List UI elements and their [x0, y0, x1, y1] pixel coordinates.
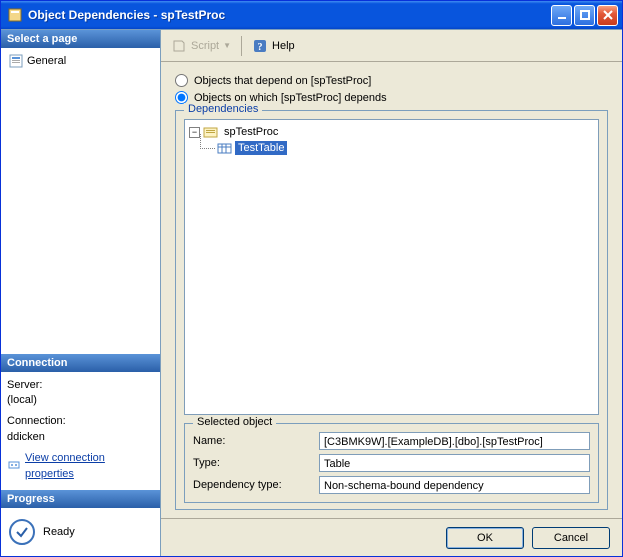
- dependency-tree[interactable]: − spTestProc TestTable: [184, 119, 599, 415]
- titlebar[interactable]: Object Dependencies - spTestProc: [1, 1, 622, 29]
- script-label: Script: [191, 40, 219, 52]
- type-label: Type:: [193, 457, 313, 469]
- script-button[interactable]: Script ▼: [171, 38, 231, 54]
- selected-object-legend: Selected object: [193, 416, 276, 428]
- dependencies-legend: Dependencies: [184, 103, 262, 115]
- help-button[interactable]: ? Help: [252, 38, 295, 54]
- minimize-button[interactable]: [551, 5, 572, 26]
- view-connection-properties-link[interactable]: View connection properties: [7, 451, 154, 482]
- progress-header: Progress: [1, 490, 160, 508]
- help-icon: ?: [252, 38, 268, 54]
- connection-header: Connection: [1, 354, 160, 372]
- cancel-button[interactable]: Cancel: [532, 527, 610, 549]
- page-general-label: General: [27, 55, 66, 67]
- connection-value: ddicken: [7, 430, 154, 445]
- tree-root-label: spTestProc: [221, 125, 281, 139]
- deptype-value[interactable]: Non-schema-bound dependency: [319, 476, 590, 494]
- server-label: Server:: [7, 378, 154, 393]
- content-area: Objects that depend on [spTestProc] Obje…: [161, 62, 622, 518]
- selected-object-box: Selected object Name: [C3BMK9W].[Example…: [184, 423, 599, 503]
- radio-depends-label: Objects on which [spTestProc] depends: [194, 92, 387, 104]
- maximize-button[interactable]: [574, 5, 595, 26]
- ok-button[interactable]: OK: [446, 527, 524, 549]
- view-connection-properties-label[interactable]: View connection properties: [25, 451, 154, 482]
- help-label: Help: [272, 40, 295, 52]
- page-general[interactable]: General: [5, 52, 156, 70]
- radio-depend-on-label: Objects that depend on [spTestProc]: [194, 75, 371, 87]
- dialog-body: Select a page General Connection Server:…: [1, 29, 622, 556]
- script-icon: [171, 38, 187, 54]
- toolbar: Script ▼ ? Help: [161, 30, 622, 62]
- name-label: Name:: [193, 435, 313, 447]
- select-page-header: Select a page: [1, 30, 160, 48]
- dropdown-arrow-icon: ▼: [223, 41, 231, 50]
- dialog-window: Object Dependencies - spTestProc Select …: [0, 0, 623, 557]
- tree-child-label: TestTable: [235, 141, 287, 155]
- window-title: Object Dependencies - spTestProc: [28, 8, 551, 22]
- tree-root-node[interactable]: − spTestProc: [189, 124, 594, 140]
- connection-box: Server: (local) Connection: ddicken View…: [1, 372, 160, 490]
- connection-label: Connection:: [7, 414, 154, 429]
- svg-text:?: ?: [258, 42, 263, 53]
- progress-box: Ready: [1, 508, 160, 556]
- page-list: General: [1, 48, 160, 74]
- server-value: (local): [7, 393, 154, 408]
- dialog-footer: OK Cancel: [161, 518, 622, 556]
- connection-icon: [7, 457, 21, 476]
- left-pane: Select a page General Connection Server:…: [1, 30, 161, 556]
- table-icon: [217, 142, 232, 155]
- toolbar-separator: [241, 36, 242, 56]
- right-pane: Script ▼ ? Help Objects that depend on […: [161, 30, 622, 556]
- dependency-direction-group: Objects that depend on [spTestProc] Obje…: [175, 74, 608, 104]
- progress-check-icon: [9, 519, 35, 545]
- close-button[interactable]: [597, 5, 618, 26]
- type-value[interactable]: Table: [319, 454, 590, 472]
- name-value[interactable]: [C3BMK9W].[ExampleDB].[dbo].[spTestProc]: [319, 432, 590, 450]
- window-buttons: [551, 5, 618, 26]
- page-icon: [9, 54, 23, 68]
- left-spacer: [1, 74, 160, 354]
- tree-collapse-icon[interactable]: −: [189, 127, 200, 138]
- deptype-label: Dependency type:: [193, 479, 313, 491]
- radio-depend-on[interactable]: Objects that depend on [spTestProc]: [175, 74, 608, 87]
- field-type: Type: Table: [193, 454, 590, 472]
- radio-depend-on-input[interactable]: [175, 74, 188, 87]
- dependencies-groupbox: Dependencies − spTestProc: [175, 110, 608, 510]
- field-deptype: Dependency type: Non-schema-bound depend…: [193, 476, 590, 494]
- progress-status: Ready: [43, 526, 75, 538]
- app-icon: [7, 7, 23, 23]
- field-name: Name: [C3BMK9W].[ExampleDB].[dbo].[spTes…: [193, 432, 590, 450]
- tree-child-node[interactable]: TestTable: [217, 140, 594, 156]
